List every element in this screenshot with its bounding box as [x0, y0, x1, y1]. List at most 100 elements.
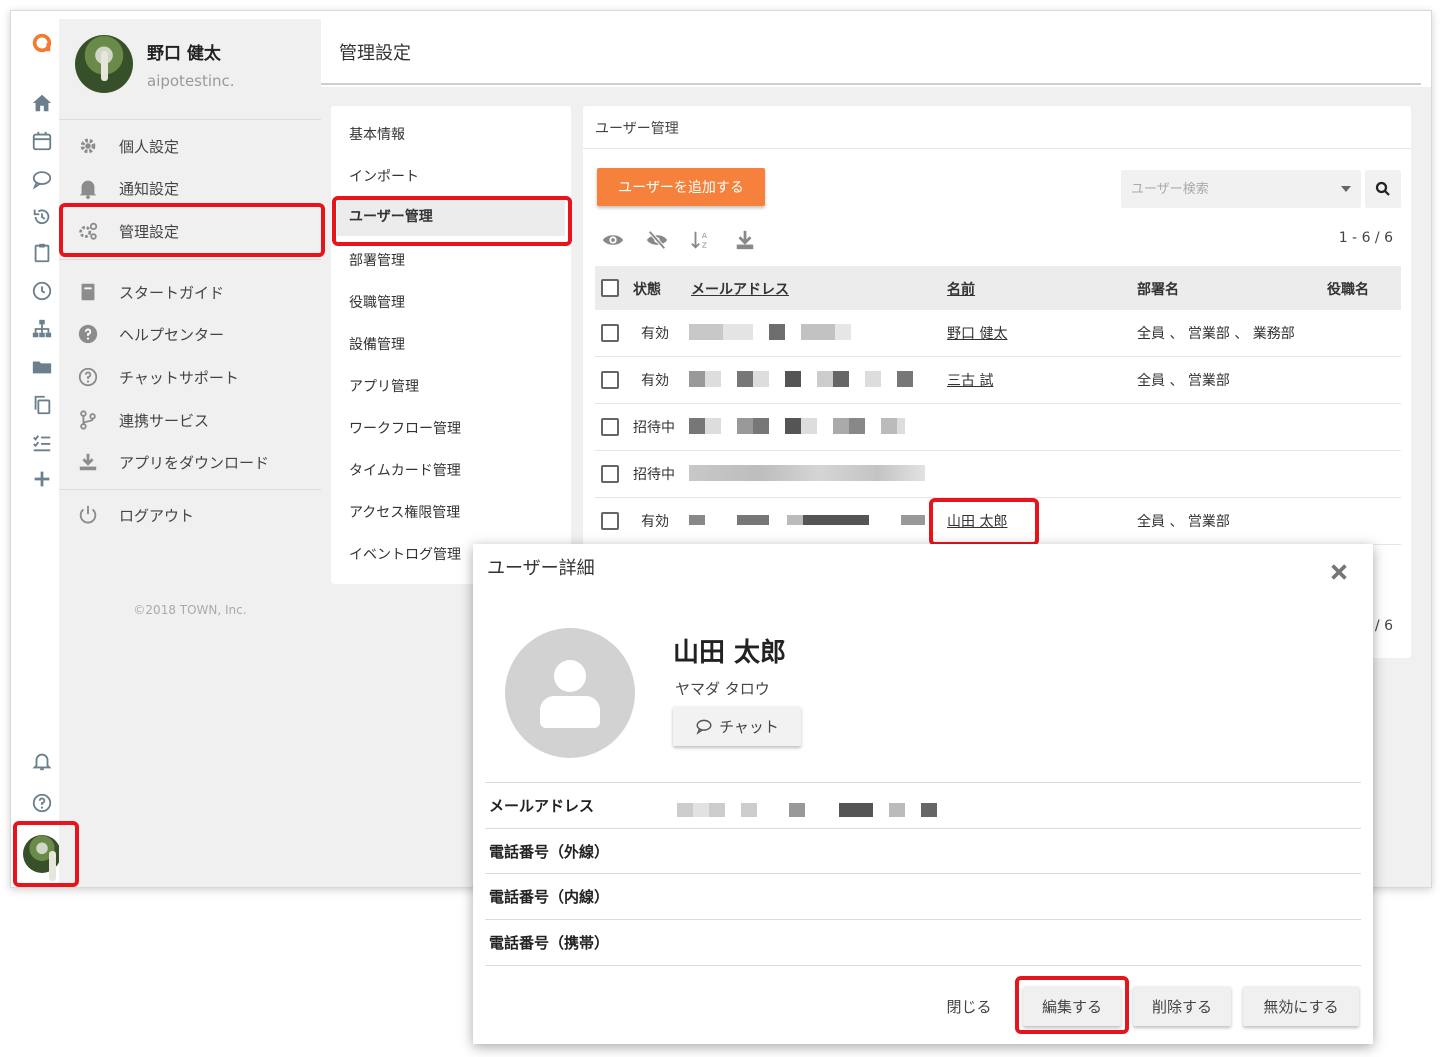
clock-icon[interactable] — [25, 277, 59, 305]
checklist-icon[interactable] — [25, 429, 59, 457]
row-checkbox[interactable] — [601, 512, 619, 530]
col-role: 役職名 — [1327, 282, 1369, 298]
home-icon[interactable] — [25, 89, 59, 117]
book-icon — [75, 279, 101, 305]
rail-avatar[interactable] — [23, 835, 61, 881]
copyright: ©2018 TOWN, Inc. — [133, 603, 247, 617]
settings-nav-event-log[interactable]: イベントログ管理 — [349, 544, 461, 564]
row-checkbox[interactable] — [601, 465, 619, 483]
org-chart-icon[interactable] — [25, 315, 59, 343]
settings-nav-workflow[interactable]: ワークフロー管理 — [349, 418, 461, 438]
page-header: 管理設定 — [321, 19, 1421, 85]
download-icon[interactable] — [731, 226, 759, 254]
side-menu: 野口 健太 aipotestinc. 個人設定 通知設定 管理設定 スタートガイ… — [59, 19, 321, 887]
menu-item-notification-settings[interactable]: 通知設定 — [75, 173, 179, 203]
bell-icon[interactable] — [25, 747, 59, 775]
search-button[interactable] — [1365, 170, 1401, 208]
field-email: メールアドレス — [485, 782, 1361, 828]
user-detail-modal: ユーザー詳細 山田 太郎 ヤマダ タロウ チャット メールアドレス 電話番号（外… — [473, 544, 1373, 1044]
menu-item-download-app[interactable]: アプリをダウンロード — [75, 447, 269, 477]
folder-icon[interactable] — [25, 353, 59, 381]
close-icon[interactable] — [1325, 558, 1353, 586]
sort-icon[interactable]: AZ — [687, 226, 715, 254]
bell-icon — [75, 175, 101, 201]
menu-item-start-guide[interactable]: スタートガイド — [75, 277, 224, 307]
user-name-link[interactable]: 山田 太郎 — [947, 511, 1007, 531]
redacted-email — [689, 367, 913, 391]
user-search[interactable] — [1121, 170, 1361, 208]
settings-nav-access[interactable]: アクセス権限管理 — [349, 502, 460, 522]
settings-nav-facilities[interactable]: 設備管理 — [349, 334, 405, 354]
table-toolbar: AZ — [599, 226, 759, 254]
disable-button[interactable]: 無効にする — [1243, 986, 1359, 1026]
menu-item-logout[interactable]: ログアウト — [75, 500, 194, 530]
settings-nav-roles[interactable]: 役職管理 — [349, 292, 405, 312]
menu-item-admin-settings[interactable]: 管理設定 — [75, 216, 179, 246]
power-icon — [75, 502, 101, 528]
chat-button[interactable]: チャット — [673, 706, 801, 746]
col-name[interactable]: 名前 — [947, 279, 975, 299]
question-outline-icon — [75, 364, 101, 390]
table-row[interactable]: 有効 野口 健太 全員 、 営業部 、 業務部 — [595, 310, 1401, 357]
redacted-email — [689, 320, 851, 344]
add-user-button[interactable]: ユーザーを追加する — [597, 168, 765, 206]
settings-nav-department[interactable]: 部署管理 — [349, 250, 405, 270]
field-phone-external: 電話番号（外線） — [485, 828, 1361, 874]
chat-icon[interactable] — [25, 165, 59, 193]
select-all-checkbox[interactable] — [601, 279, 619, 297]
menu-item-integrations[interactable]: 連携サービス — [75, 405, 209, 435]
chat-icon — [696, 719, 712, 735]
clipboard-icon[interactable] — [25, 239, 59, 267]
avatar — [75, 35, 133, 93]
search-icon — [1375, 181, 1390, 196]
settings-nav-import[interactable]: インポート — [349, 166, 419, 186]
gears-icon — [75, 218, 101, 244]
svg-text:Z: Z — [702, 240, 707, 249]
history-icon[interactable] — [25, 203, 59, 231]
result-count: 1 - 6 / 6 — [1338, 230, 1393, 246]
settings-nav-user-management[interactable]: ユーザー管理 — [337, 198, 565, 236]
logo-icon[interactable] — [25, 29, 59, 57]
menu-item-chat-support[interactable]: チャットサポート — [75, 362, 239, 392]
settings-nav-apps[interactable]: アプリ管理 — [349, 376, 419, 396]
row-checkbox[interactable] — [601, 371, 619, 389]
profile[interactable]: 野口 健太 aipotestinc. — [75, 35, 235, 93]
field-phone-internal: 電話番号（内線） — [485, 873, 1361, 919]
menu-item-help-center[interactable]: ヘルプセンター — [75, 319, 224, 349]
branch-icon — [75, 407, 101, 433]
plus-icon[interactable] — [25, 465, 59, 493]
user-name-link[interactable]: 野口 健太 — [947, 323, 1007, 343]
eye-slash-icon[interactable] — [643, 226, 671, 254]
menu-item-personal-settings[interactable]: 個人設定 — [75, 131, 179, 161]
redacted-email — [677, 803, 937, 817]
settings-nav-timecard[interactable]: タイムカード管理 — [349, 460, 461, 480]
settings-nav-basic-info[interactable]: 基本情報 — [349, 124, 405, 144]
search-input[interactable] — [1121, 170, 1321, 208]
table-row[interactable]: 招待中 — [595, 404, 1401, 451]
col-email[interactable]: メールアドレス — [691, 279, 789, 299]
settings-nav: 基本情報 インポート ユーザー管理 部署管理 役職管理 設備管理 アプリ管理 ワ… — [331, 106, 571, 584]
redacted-email — [689, 461, 925, 485]
close-button[interactable]: 閉じる — [933, 986, 1005, 1026]
table-header: 状態 メールアドレス 名前 部署名 役職名 — [595, 266, 1401, 310]
row-checkbox[interactable] — [601, 418, 619, 436]
col-status[interactable]: 状態 — [633, 279, 661, 299]
calendar-icon[interactable] — [25, 127, 59, 155]
help-icon[interactable] — [25, 789, 59, 817]
col-dept: 部署名 — [1137, 282, 1179, 298]
profile-company: aipotestinc. — [147, 71, 235, 90]
edit-button[interactable]: 編集する — [1023, 986, 1121, 1026]
modal-title: ユーザー詳細 — [487, 558, 595, 579]
eye-icon[interactable] — [599, 226, 627, 254]
profile-name: 野口 健太 — [147, 43, 221, 64]
panel-title: ユーザー管理 — [595, 121, 679, 137]
table-row[interactable]: 有効 三古 試 全員 、 営業部 — [595, 357, 1401, 404]
download-icon — [75, 449, 101, 475]
delete-button[interactable]: 削除する — [1133, 986, 1231, 1026]
user-name-link[interactable]: 三古 試 — [947, 370, 993, 390]
copy-icon[interactable] — [25, 391, 59, 419]
table-row[interactable]: 有効 山田 太郎 全員 、 営業部 — [595, 498, 1401, 545]
table-row[interactable]: 招待中 — [595, 451, 1401, 498]
chevron-down-icon[interactable] — [1341, 186, 1351, 192]
row-checkbox[interactable] — [601, 324, 619, 342]
